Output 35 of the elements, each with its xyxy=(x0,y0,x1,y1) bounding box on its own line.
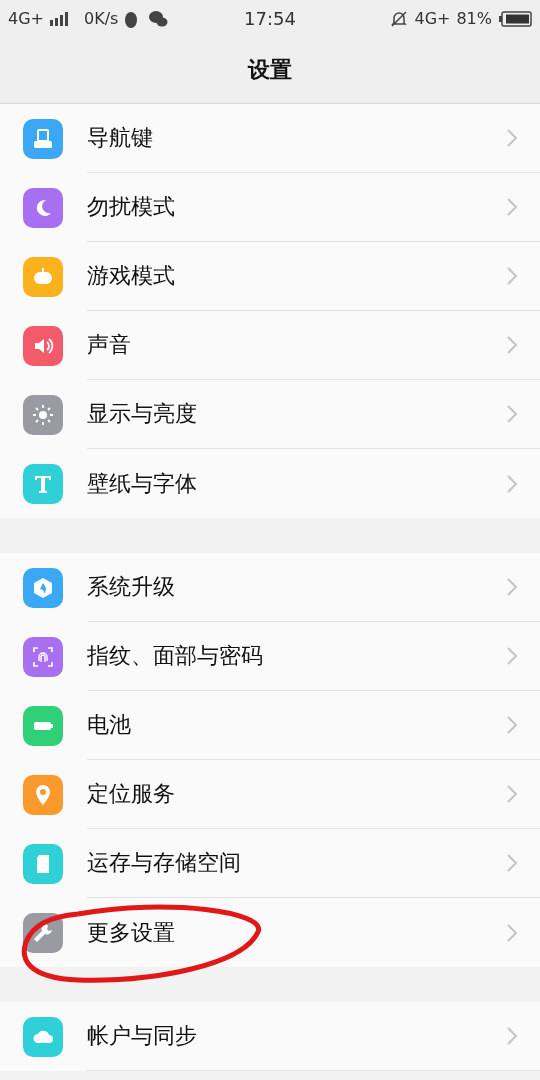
row-label: 指纹、面部与密码 xyxy=(87,642,264,670)
chevron-icon xyxy=(506,646,518,666)
row-label: 声音 xyxy=(87,331,132,359)
page-title: 设置 xyxy=(248,56,292,84)
row-label: 更多设置 xyxy=(87,918,176,947)
battery-percent: 81% xyxy=(456,9,492,28)
chevron-icon xyxy=(506,404,518,424)
chevron-icon xyxy=(506,266,518,286)
row-label: 运存与存储空间 xyxy=(87,849,242,877)
chevron-icon xyxy=(506,128,518,148)
chevron-icon xyxy=(506,473,518,494)
row-label: 勿扰模式 xyxy=(87,193,176,221)
row-label: 帐户与同步 xyxy=(87,1022,198,1050)
chevron-icon xyxy=(506,1026,518,1046)
row-label: 导航键 xyxy=(87,124,154,152)
chevron-icon xyxy=(506,577,518,597)
row-label: 定位服务 xyxy=(87,780,176,808)
signal-icon xyxy=(50,11,70,26)
chevron-icon xyxy=(506,335,518,355)
row-label: 系统升级 xyxy=(87,573,176,601)
chevron-icon xyxy=(506,922,518,943)
chevron-icon xyxy=(506,853,518,873)
chevron-icon xyxy=(506,784,518,804)
battery-icon xyxy=(498,10,532,27)
network-speed: 0K/s xyxy=(84,9,119,28)
row-label: 电池 xyxy=(87,711,132,739)
chevron-icon xyxy=(506,715,518,735)
clock: 17:54 xyxy=(244,8,296,29)
row-label: 游戏模式 xyxy=(87,262,176,290)
bell-off-icon xyxy=(390,9,409,28)
row-label: 壁纸与字体 xyxy=(87,469,198,498)
row-label: 显示与亮度 xyxy=(87,400,198,428)
network-type: 4G+ xyxy=(414,9,451,28)
chevron-icon xyxy=(506,197,518,217)
network-type: 4G+ xyxy=(8,9,44,28)
